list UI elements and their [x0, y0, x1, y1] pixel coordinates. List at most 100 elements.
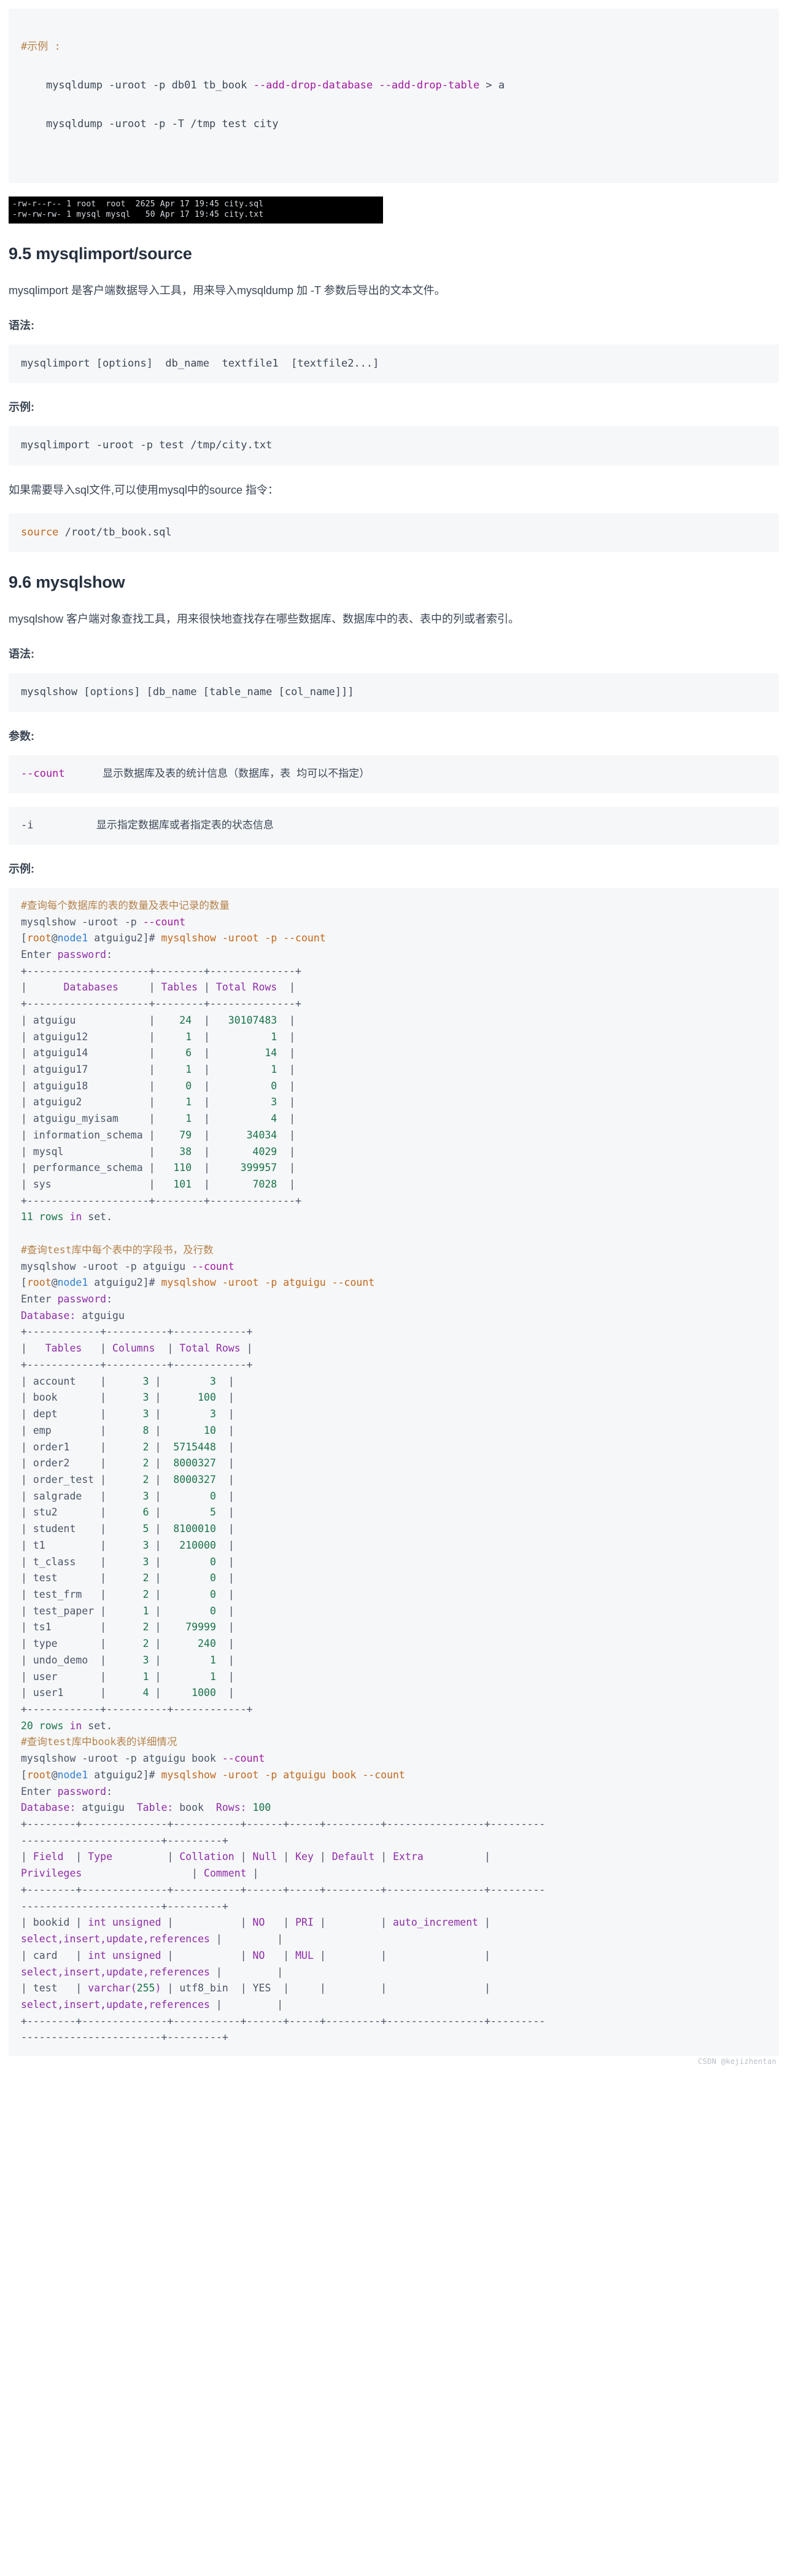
row-total-rows: 0 [167, 1588, 216, 1600]
console-row-count: 20 rows in set. [21, 1718, 769, 1735]
console-token: | [277, 1129, 296, 1141]
detail-cell: | [265, 1916, 296, 1929]
console-token: +------------+----------+------------+ [21, 1358, 253, 1371]
detail-header-cell: Comment [204, 1867, 247, 1880]
password-keyword: password [57, 1293, 107, 1306]
code-block-mysqldump-example: #示例 : mysqldump -uroot -p db01 tb_book -… [9, 9, 779, 183]
row-total-rows: 1 [167, 1670, 216, 1683]
console-prompt-line: [root@node1 atguigu2]# mysqlshow -uroot … [21, 1275, 769, 1291]
row-table-name: | user | [21, 1670, 113, 1683]
console-token: +------------+----------+------------+ [21, 1703, 253, 1715]
row-tables-count: 1 [161, 1030, 192, 1043]
console-table-row: | atguigu14 | 6 | 14 | [21, 1045, 769, 1062]
console-token: +--------------------+--------+---------… [21, 998, 301, 1010]
console-token: +--------------------+--------+---------… [21, 965, 301, 977]
detail-cell: | | [161, 1949, 253, 1961]
code-token: mysqlshow [options] [db_name [table_name… [21, 686, 354, 699]
table-header-cell: Databases [63, 981, 118, 994]
console-blank [21, 1226, 769, 1242]
param-row-i: -i 显示指定数据库或者指定表的状态信息 [21, 817, 769, 835]
row-count-value: 20 rows [21, 1719, 64, 1732]
detail-cell: test [33, 1982, 58, 1994]
row-database-name: | atguigu_myisam | [21, 1113, 161, 1125]
row-table-name: | order2 | [21, 1457, 113, 1469]
param-desc: 显示指定数据库或者指定表的状态信息 [96, 819, 274, 831]
row-total-rows: 100 [167, 1391, 216, 1404]
console-token: | [149, 1391, 168, 1404]
prompt-command: mysqlshow -uroot -p atguigu --count [161, 1277, 375, 1289]
prompt-user: root [26, 1277, 52, 1289]
row-total-rows: 7028 [215, 1178, 277, 1190]
meta-table-label: Table: [136, 1802, 174, 1814]
table-header-cell: Tables [161, 981, 198, 994]
row-table-name: | test | [21, 1572, 113, 1584]
row-count-value: 11 rows [21, 1211, 64, 1223]
console-token: | [192, 1047, 216, 1059]
console-token: | [149, 1490, 168, 1502]
prompt-user: root [26, 1769, 52, 1781]
command-base: mysqlshow -uroot -p [21, 916, 143, 928]
row-database-name: | atguigu | [21, 1014, 161, 1026]
command-base: mysqlshow -uroot -p atguigu book [21, 1753, 222, 1765]
console-table-rule: -----------------------+---------+ [21, 2029, 769, 2046]
row-total-rows: 1 [167, 1654, 216, 1666]
row-total-rows: 3 [167, 1408, 216, 1420]
console-token: | [215, 1523, 234, 1535]
console-detail-header: | Field | Type | Collation | Null | Key … [21, 1849, 769, 1866]
console-token: | [277, 1145, 296, 1158]
console-token: [ [21, 1277, 27, 1289]
console-token: | [215, 1638, 234, 1650]
detail-cell: | [161, 1982, 180, 1994]
row-total-rows: 30107483 [215, 1014, 277, 1026]
detail-cell: | | | [313, 1949, 497, 1961]
code-block-mysqlshow-console-output: #查询每个数据库的表的数量及表中记录的数量 mysqlshow -uroot -p… [9, 887, 779, 2057]
param-row-count: --count 显示数据库及表的统计信息（数据库，表 均可以不指定） [21, 765, 769, 784]
detail-sep: | [277, 1851, 296, 1863]
row-columns-count: 5 [112, 1523, 149, 1535]
detail-sep: | [234, 1851, 253, 1863]
console-token: | [277, 1178, 296, 1190]
detail-cell: | [21, 1949, 33, 1961]
console-token: | [215, 1555, 234, 1568]
detail-cell: | | | | [271, 1982, 497, 1994]
row-columns-count: 2 [112, 1588, 149, 1600]
meta-table-value: book [173, 1802, 216, 1814]
console-token: | [149, 1506, 168, 1519]
prompt-host: node1 [57, 1277, 88, 1289]
detail-cell: | [57, 1949, 88, 1961]
table-header-cell: Tables [45, 1342, 82, 1355]
console-token: +--------------------+--------+---------… [21, 1194, 301, 1207]
console-detail-row: | test | varchar(255) | utf8_bin | YES |… [21, 1980, 769, 1997]
console-token: | [149, 1572, 168, 1584]
console-token: | [215, 1441, 234, 1453]
detail-cell: select,insert,update,references [21, 1966, 210, 1978]
console-token: | [149, 1473, 168, 1485]
prompt-user: root [26, 932, 52, 944]
detail-cell: auto_increment [393, 1916, 479, 1929]
console-token: in [69, 1211, 82, 1223]
section-heading-9-6: 9.6 mysqlshow [9, 573, 125, 592]
console-token: | [215, 1572, 234, 1584]
console-token: [ [21, 932, 27, 944]
row-columns-count: 3 [112, 1555, 149, 1568]
console-token: -----------------------+---------+ [21, 1834, 228, 1846]
row-total-rows: 210000 [167, 1539, 216, 1551]
console-token: [ [21, 1769, 27, 1781]
detail-cell: select,insert,update,references [21, 1998, 210, 2010]
console-table-rule: +------------+----------+------------+ [21, 1702, 769, 1718]
code-block-mysqlimport-syntax: mysqlimport [options] db_name textfile1 … [9, 344, 779, 384]
row-columns-count: 3 [112, 1490, 149, 1502]
console-comment: #查询每个数据库的表的数量及表中记录的数量 [21, 898, 769, 914]
console-token: | [215, 1621, 234, 1633]
terminal-file-listing: -rw-r--r-- 1 root root 2625 Apr 17 19:45… [9, 196, 383, 224]
console-table-row: | performance_schema | 110 | 399957 | [21, 1160, 769, 1177]
console-token: | [277, 1113, 296, 1125]
console-table-row: | mysql | 38 | 4029 | [21, 1144, 769, 1161]
code-comment: #示例 : [21, 41, 61, 53]
console-table-rule: +--------+--------------+-----------+---… [21, 1882, 769, 1899]
database-label: Database: [21, 1309, 76, 1321]
console-table-header: | Tables | Columns | Total Rows | [21, 1341, 769, 1357]
console-token: | [149, 1670, 168, 1683]
table-header-cell: Total Rows [179, 1342, 241, 1355]
row-total-rows: 3 [167, 1375, 216, 1387]
